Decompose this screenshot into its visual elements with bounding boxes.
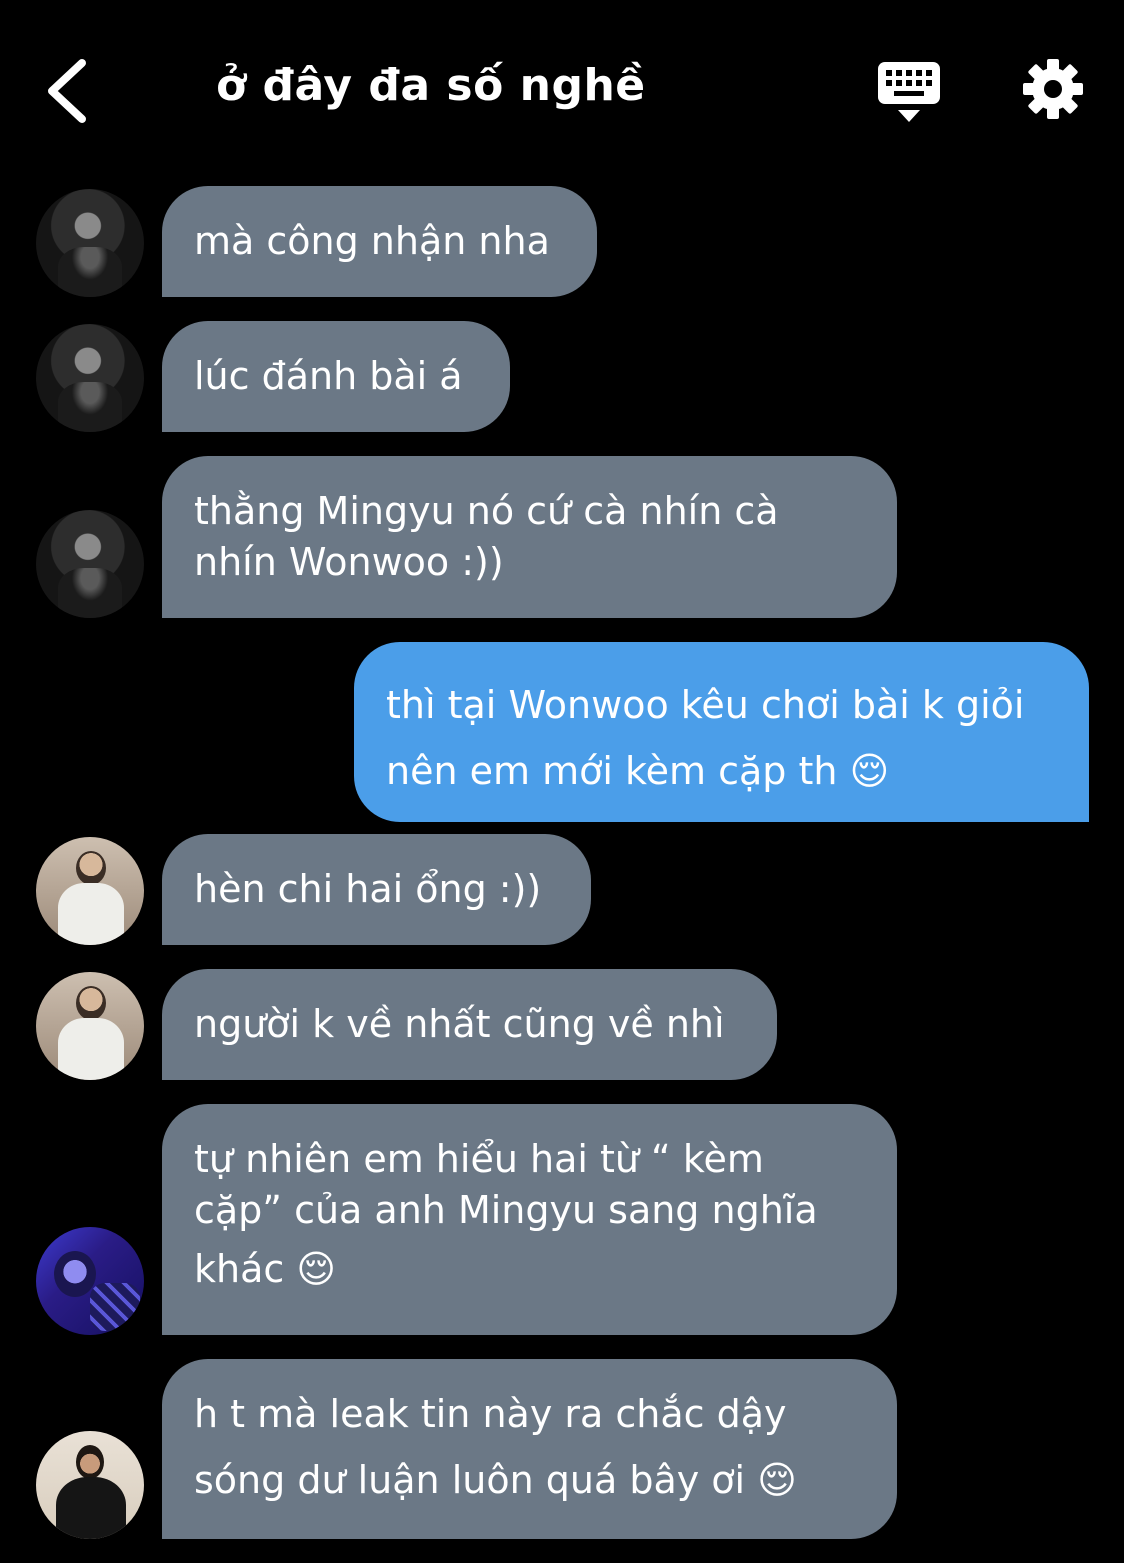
message-text: hèn chi hai ổng :))	[194, 867, 542, 911]
avatar[interactable]	[36, 1431, 144, 1539]
avatar[interactable]	[36, 972, 144, 1080]
message-text: thằng Mingyu nó cứ cà nhín cà	[194, 489, 779, 533]
message-text: lúc đánh bài á	[194, 354, 463, 398]
avatar[interactable]	[36, 324, 144, 432]
back-button[interactable]	[40, 55, 100, 125]
avatar[interactable]	[36, 1227, 144, 1335]
message-text: người k về nhất cũng về nhì	[194, 1002, 725, 1046]
sent-message-bubble[interactable]: thì tại Wonwoo kêu chơi bài k giỏi nên e…	[354, 642, 1089, 822]
settings-button[interactable]	[1022, 58, 1084, 120]
message-bubble[interactable]: hèn chi hai ổng :))	[162, 834, 591, 945]
message-text: tự nhiên em hiểu hai từ “ kèm	[194, 1137, 764, 1181]
message-text: h t mà leak tin này ra chắc dậy	[194, 1392, 787, 1436]
message-text: nên em mới kèm cặp th 😌	[386, 749, 890, 793]
message-text: nhín Wonwoo :))	[194, 540, 504, 584]
message-text: sóng dư luận luôn quá bây ơi 😌	[194, 1458, 797, 1502]
message-bubble[interactable]: mà công nhận nha	[162, 186, 597, 297]
avatar[interactable]	[36, 189, 144, 297]
keyboard-button[interactable]	[876, 60, 942, 126]
chevron-left-icon	[48, 59, 86, 123]
chat-header: ở đây đa số nghề	[0, 0, 1124, 170]
message-bubble[interactable]: tự nhiên em hiểu hai từ “ kèm cặp” của a…	[162, 1104, 897, 1335]
message-text: khác 😌	[194, 1247, 336, 1291]
avatar[interactable]	[36, 510, 144, 618]
message-text: thì tại Wonwoo kêu chơi bài k giỏi	[386, 683, 1025, 727]
message-bubble[interactable]: lúc đánh bài á	[162, 321, 510, 432]
message-text: mà công nhận nha	[194, 219, 550, 263]
message-bubble[interactable]: người k về nhất cũng về nhì	[162, 969, 777, 1080]
message-bubble[interactable]: h t mà leak tin này ra chắc dậy sóng dư …	[162, 1359, 897, 1539]
message-bubble[interactable]: thằng Mingyu nó cứ cà nhín cà nhín Wonwo…	[162, 456, 897, 618]
gear-icon	[1023, 59, 1083, 119]
avatar[interactable]	[36, 837, 144, 945]
chat-title: ở đây đa số nghề	[216, 60, 646, 111]
message-text: cặp” của anh Mingyu sang nghĩa	[194, 1188, 818, 1232]
keyboard-icon	[878, 62, 940, 122]
